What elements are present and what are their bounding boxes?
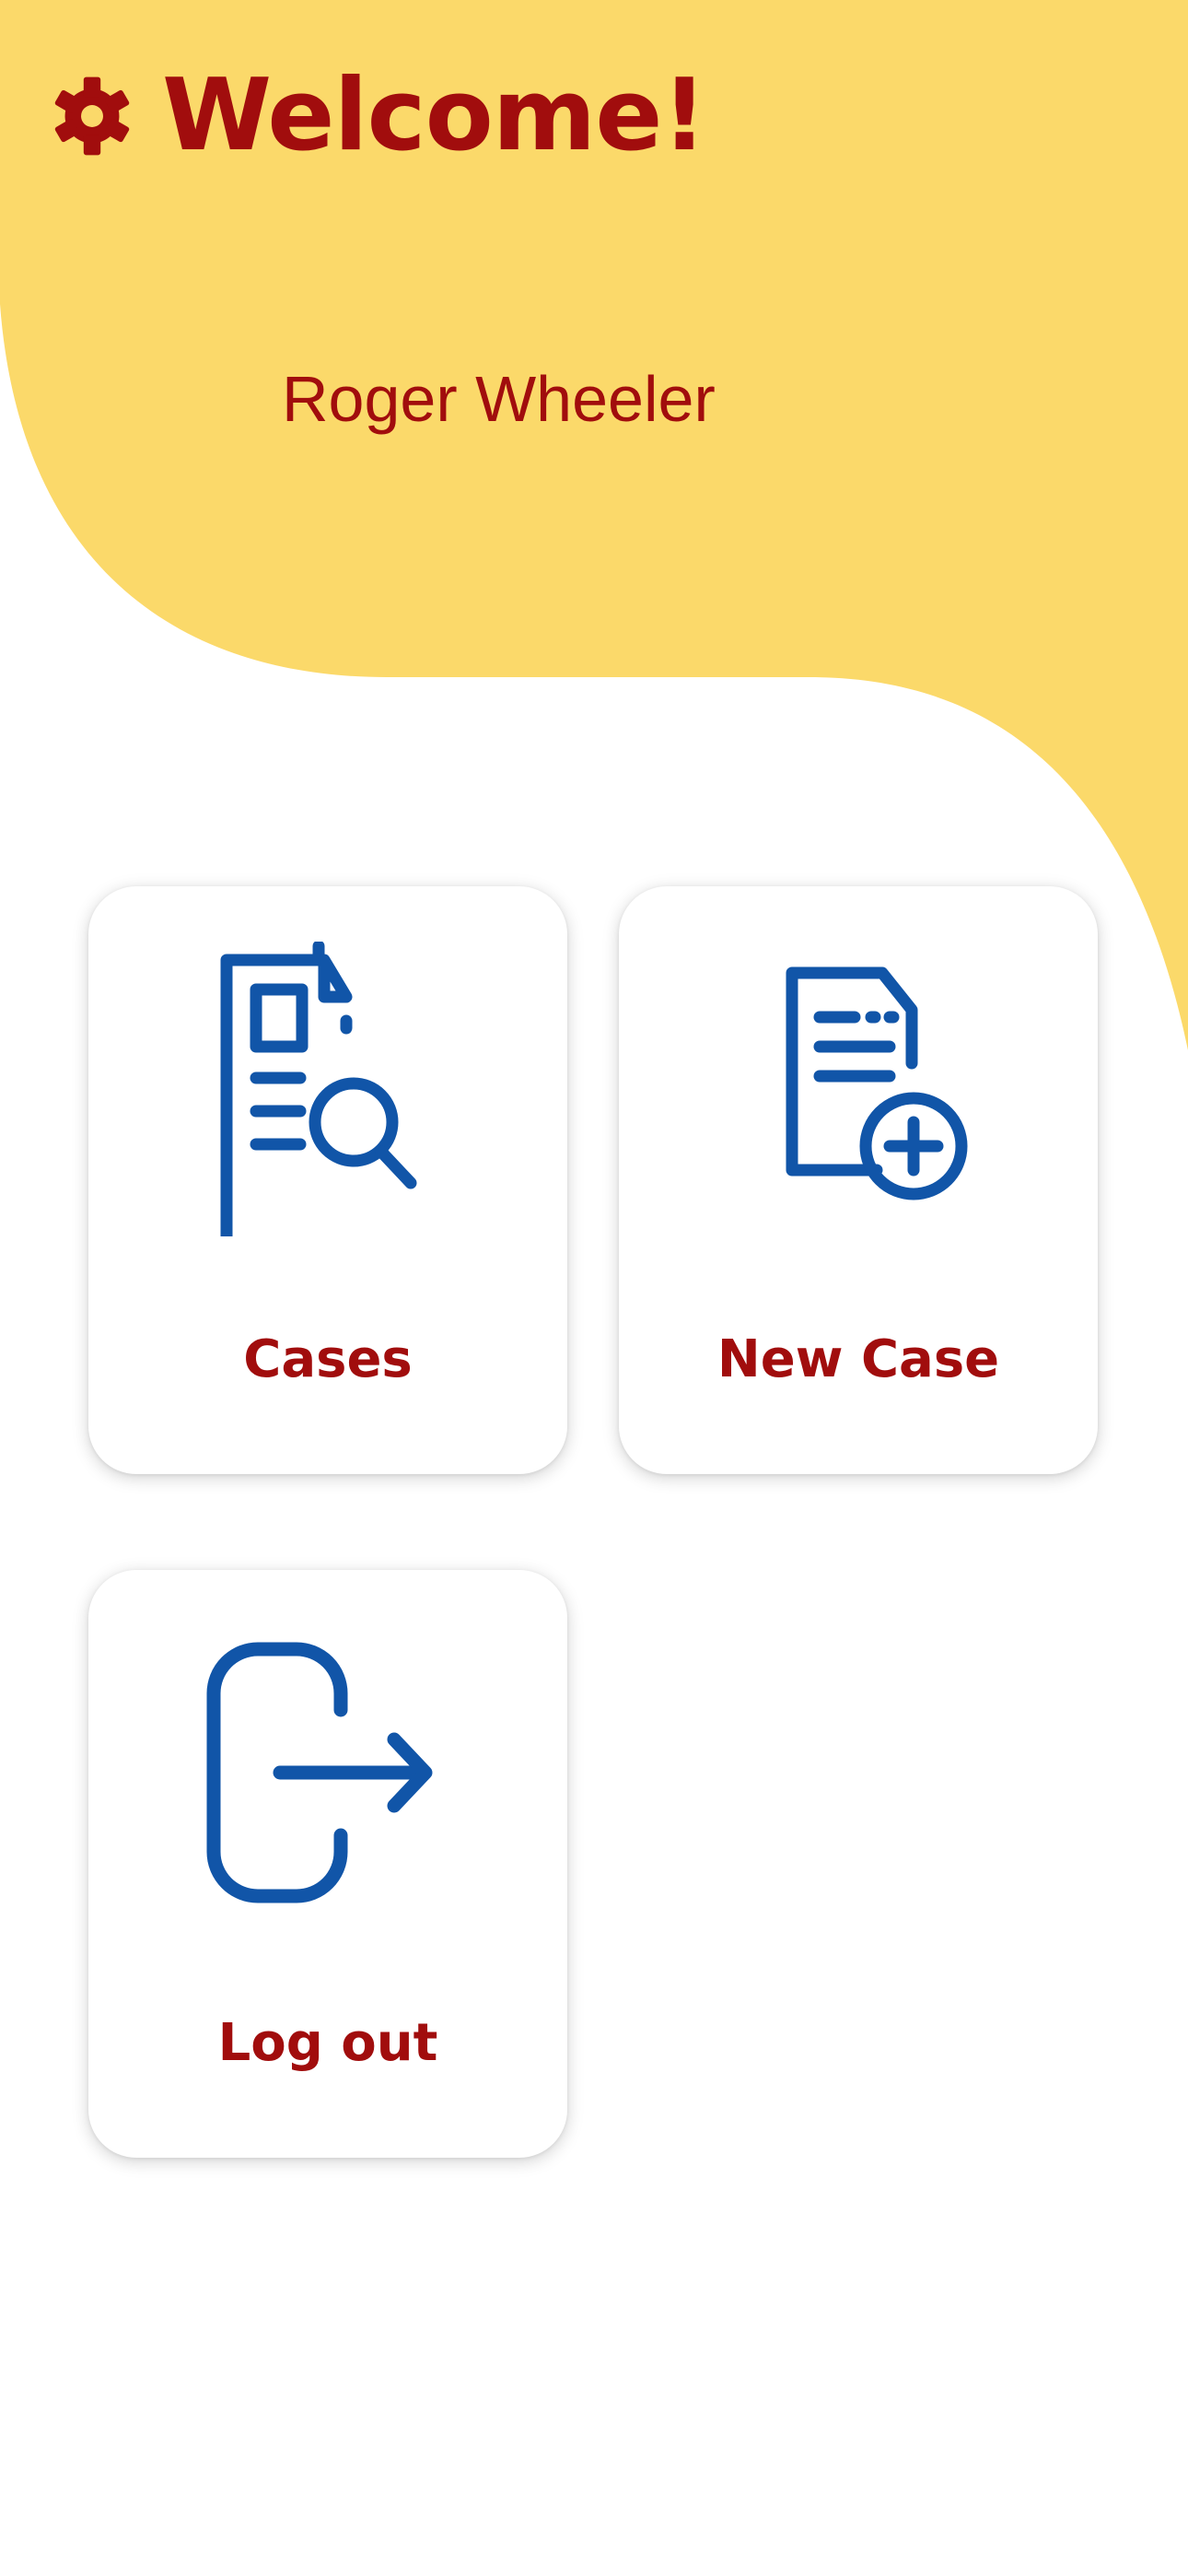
logout-tile[interactable]: Log out (88, 1570, 567, 2158)
settings-button[interactable] (48, 72, 136, 160)
logout-icon (206, 1642, 433, 1903)
page-title: Welcome! (162, 58, 707, 173)
header: Welcome! (48, 58, 707, 173)
document-search-icon (220, 942, 417, 1236)
new-case-tile[interactable]: New Case (619, 886, 1098, 1474)
cases-tile[interactable]: Cases (88, 886, 567, 1474)
home-screen: Welcome! Roger Wheeler Cases New Case Lo… (0, 0, 1188, 2576)
cases-label: Cases (243, 1329, 413, 1389)
logout-label: Log out (217, 2013, 438, 2073)
gear-icon (54, 76, 130, 156)
new-case-label: New Case (716, 1329, 1000, 1389)
document-add-icon (786, 966, 968, 1200)
user-name: Roger Wheeler (282, 363, 716, 435)
